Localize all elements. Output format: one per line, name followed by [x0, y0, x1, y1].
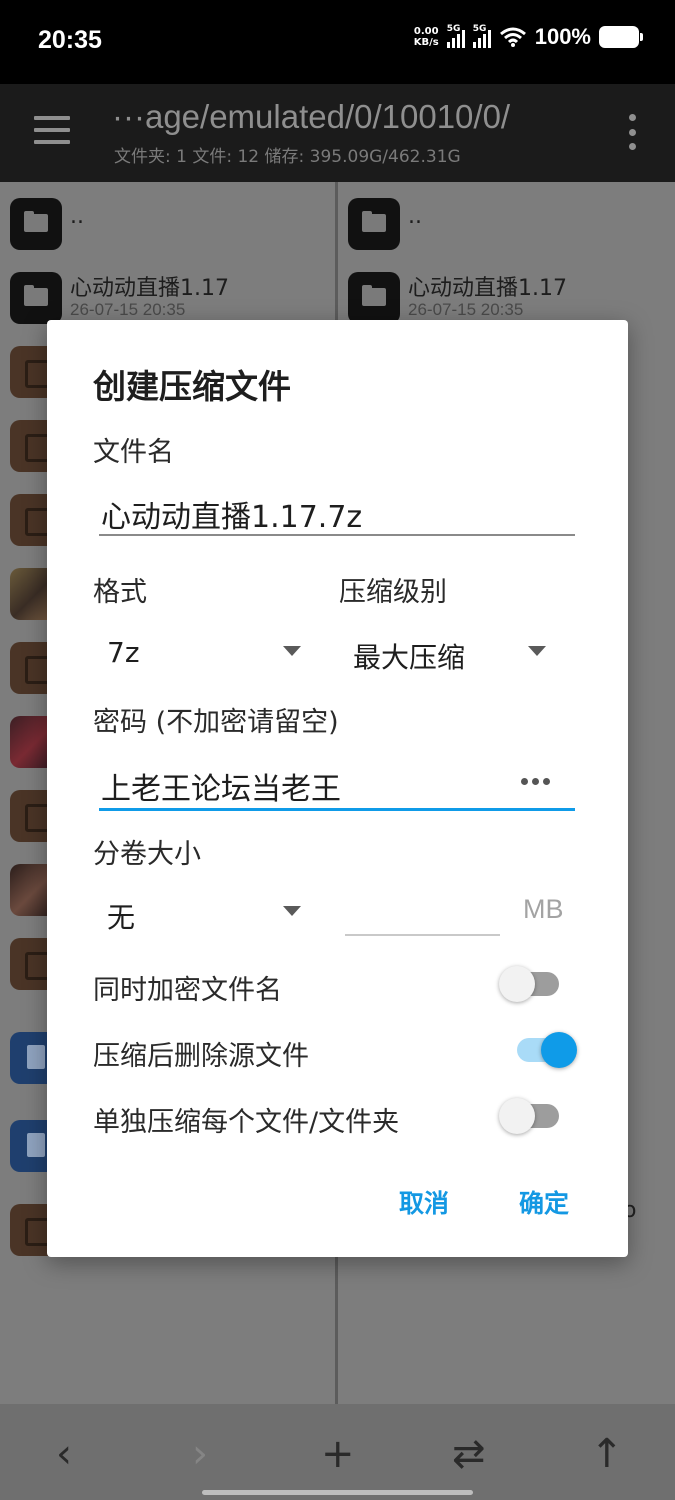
format-dropdown-icon[interactable]: [283, 646, 301, 656]
create-archive-dialog: 创建压缩文件 文件名 心动动直播1.17.7z 格式 压缩级别 7z 最大压缩 …: [47, 320, 628, 1257]
list-item[interactable]: ..: [0, 186, 335, 260]
more-options-icon[interactable]: [627, 114, 637, 150]
signal-icon-2: 5G: [472, 24, 491, 48]
volume-size-select[interactable]: 无: [107, 896, 135, 936]
battery-icon: [599, 26, 643, 48]
status-icons: 0.00 KB/s 5G 5G 100%: [413, 24, 643, 50]
level-select[interactable]: 最大压缩: [353, 636, 465, 676]
file-name: 心动动直播1.17: [408, 276, 567, 301]
delete-source-label: 压缩后删除源文件: [93, 1041, 309, 1072]
folder-icon: [10, 272, 62, 324]
back-icon[interactable]: ‹: [56, 1434, 72, 1474]
app-bar: ···age/emulated/0/10010/0/ 文件夹: 1 文件: 12…: [0, 84, 675, 182]
wifi-icon: [499, 27, 526, 47]
folder-icon: [10, 198, 62, 250]
volume-size-label: 分卷大小: [93, 839, 201, 870]
level-label: 压缩级别: [339, 577, 447, 608]
add-icon[interactable]: +: [321, 1434, 355, 1474]
swap-panes-icon[interactable]: ⇄: [452, 1434, 486, 1474]
filename-label: 文件名: [93, 437, 174, 468]
delete-source-toggle[interactable]: [513, 1030, 577, 1070]
status-bar: 20:35 0.00 KB/s 5G 5G 100%: [0, 0, 675, 84]
volume-dropdown-icon[interactable]: [283, 906, 301, 916]
password-underline: [99, 808, 575, 811]
dialog-title: 创建压缩文件: [93, 367, 291, 406]
volume-unit: MB: [523, 894, 564, 924]
cancel-button[interactable]: 取消: [399, 1184, 449, 1220]
list-item[interactable]: ..: [338, 186, 675, 260]
password-input[interactable]: 上老王论坛当老王: [101, 764, 341, 808]
format-label: 格式: [93, 577, 147, 608]
network-speed: 0.00 KB/s: [413, 26, 439, 48]
level-dropdown-icon[interactable]: [528, 646, 546, 656]
file-name: 心动动直播1.17: [70, 276, 229, 301]
up-directory-icon[interactable]: ↑: [590, 1434, 624, 1474]
folder-icon: [348, 272, 400, 324]
compress-each-label: 单独压缩每个文件/文件夹: [93, 1107, 400, 1138]
encrypt-names-toggle[interactable]: [499, 964, 563, 1004]
filename-input[interactable]: 心动动直播1.17.7z: [101, 492, 362, 536]
volume-size-input[interactable]: [345, 934, 500, 936]
encrypt-names-label: 同时加密文件名: [93, 975, 282, 1006]
menu-icon[interactable]: [34, 116, 70, 144]
status-time: 20:35: [38, 26, 102, 54]
battery-percent: 100%: [534, 24, 591, 49]
file-date: 26-07-15 20:35: [70, 300, 186, 319]
folder-icon: [348, 198, 400, 250]
password-label: 密码 (不加密请留空): [93, 707, 339, 738]
home-indicator[interactable]: [202, 1490, 473, 1495]
bottom-toolbar: ‹ › + ⇄ ↑: [0, 1404, 675, 1500]
format-select[interactable]: 7z: [107, 636, 140, 669]
show-password-icon[interactable]: [521, 778, 550, 785]
file-name: ..: [70, 204, 84, 229]
filename-underline: [99, 534, 575, 536]
path-info: 文件夹: 1 文件: 12 储存: 395.09G/462.31G: [114, 147, 461, 167]
file-date: 26-07-15 20:35: [408, 300, 524, 319]
signal-icon: 5G: [446, 24, 465, 48]
forward-icon[interactable]: ›: [192, 1434, 208, 1474]
file-name: ..: [408, 204, 422, 229]
current-path[interactable]: ···age/emulated/0/10010/0/: [112, 98, 510, 136]
ok-button[interactable]: 确定: [519, 1184, 569, 1220]
compress-each-toggle[interactable]: [499, 1096, 563, 1136]
